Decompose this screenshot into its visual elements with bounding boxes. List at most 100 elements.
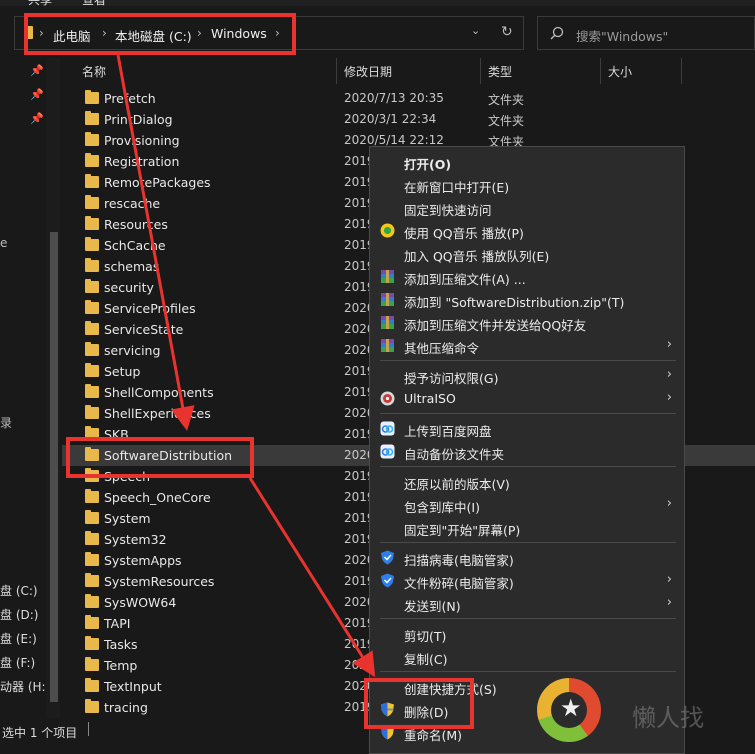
menu-item-restore-versions[interactable]: 还原以前的版本(V) xyxy=(370,470,684,493)
list-item[interactable]: Prefetch 2020/7/13 20:35 文件夹 xyxy=(62,88,755,109)
nav-drive-c[interactable]: 盘 (C:) xyxy=(0,582,38,599)
folder-icon xyxy=(85,195,99,209)
folder-icon xyxy=(85,342,99,356)
winrar-icon xyxy=(381,316,394,329)
column-date[interactable]: 修改日期 xyxy=(344,63,392,80)
folder-icon xyxy=(85,657,99,671)
menu-item-baidu-backup[interactable]: 自动备份该文件夹 xyxy=(370,440,684,463)
folder-icon xyxy=(85,279,99,293)
status-divider xyxy=(88,722,89,736)
menu-item-grant-access[interactable]: 授予访问权限(G) › xyxy=(370,364,684,387)
nav-drive-f[interactable]: 盘 (F:) xyxy=(0,654,35,671)
list-item[interactable]: PrintDialog 2020/3/1 22:34 文件夹 xyxy=(62,109,755,130)
menu-item-baidu-upload[interactable]: 上传到百度网盘 xyxy=(370,417,684,440)
pin-icon: 📌 xyxy=(30,64,44,77)
menu-item-send-to[interactable]: 发送到(N) › xyxy=(370,592,684,615)
folder-icon xyxy=(85,636,99,650)
status-selection: 选中 1 个项目 xyxy=(2,726,78,740)
highlight-box-delete xyxy=(364,678,474,729)
menu-item-include-library[interactable]: 包含到库中(I) › xyxy=(370,493,684,516)
search-icon xyxy=(550,26,564,40)
menu-separator xyxy=(380,466,676,467)
winrar-icon xyxy=(381,339,394,352)
winrar-icon xyxy=(381,293,394,306)
nav-scrollbar-thumb[interactable] xyxy=(50,232,58,702)
chevron-right-icon: › xyxy=(666,496,672,511)
menu-item-open-new-window[interactable]: 在新窗口中打开(E) xyxy=(370,173,684,196)
chevron-right-icon: › xyxy=(666,572,672,587)
nav-drive-e[interactable]: 盘 (E:) xyxy=(0,630,37,647)
refresh-icon[interactable]: ↻ xyxy=(501,24,513,40)
shield-icon xyxy=(381,550,394,565)
folder-icon xyxy=(85,594,99,608)
folder-icon xyxy=(85,573,99,587)
menu-item-open[interactable]: 打开(O) xyxy=(370,150,684,173)
chevron-right-icon: › xyxy=(666,595,672,610)
column-divider[interactable] xyxy=(600,58,601,84)
chevron-down-icon[interactable]: ⌄ xyxy=(471,24,480,37)
menu-separator xyxy=(380,671,676,672)
menu-item-archive-send-qq[interactable]: 添加到压缩文件并发送给QQ好友 xyxy=(370,311,684,334)
folder-icon xyxy=(85,384,99,398)
folder-icon xyxy=(85,174,99,188)
shield-icon xyxy=(381,573,394,588)
folder-icon xyxy=(85,132,99,146)
folder-icon xyxy=(85,363,99,377)
baidu-icon xyxy=(380,444,395,459)
baidu-icon xyxy=(380,421,395,436)
column-divider[interactable] xyxy=(480,58,481,84)
nav-drive-h[interactable]: 动器 (H:) xyxy=(0,678,50,695)
nav-drive-d[interactable]: 盘 (D:) xyxy=(0,606,38,623)
menu-item-add-archive[interactable]: 添加到压缩文件(A) ... xyxy=(370,265,684,288)
folder-icon xyxy=(85,531,99,545)
folder-icon xyxy=(85,258,99,272)
menu-item-ultraiso[interactable]: UltraISO › xyxy=(370,387,684,410)
folder-icon xyxy=(85,216,99,230)
nav-item-partial[interactable]: e xyxy=(0,236,7,250)
folder-icon xyxy=(85,615,99,629)
folder-icon xyxy=(85,153,99,167)
column-type[interactable]: 类型 xyxy=(488,63,512,80)
menu-item-other-compress[interactable]: 其他压缩命令 › xyxy=(370,334,684,357)
highlight-box-selected-folder xyxy=(66,437,254,478)
menu-item-qqmusic-queue[interactable]: 加入 QQ音乐 播放队列(E) xyxy=(370,242,684,265)
menu-item-cut[interactable]: 剪切(T) xyxy=(370,622,684,645)
menu-item-pin-quick-access[interactable]: 固定到快速访问 xyxy=(370,196,684,219)
column-name[interactable]: 名称 xyxy=(82,63,106,80)
folder-icon xyxy=(85,552,99,566)
column-size[interactable]: 大小 xyxy=(608,63,632,80)
search-box[interactable]: 搜索"Windows" xyxy=(537,16,755,50)
folder-icon xyxy=(85,489,99,503)
menu-item-qqmusic-play[interactable]: 使用 QQ音乐 播放(P) xyxy=(370,219,684,242)
menu-separator xyxy=(380,413,676,414)
menu-separator xyxy=(380,360,676,361)
winrar-icon xyxy=(381,270,394,283)
folder-icon xyxy=(85,300,99,314)
column-header: 名称 修改日期 类型 大小 xyxy=(62,58,755,84)
column-divider[interactable] xyxy=(336,58,337,84)
folder-icon xyxy=(85,510,99,524)
folder-icon xyxy=(85,111,99,125)
ultraiso-icon xyxy=(380,391,395,406)
search-input[interactable]: 搜索"Windows" xyxy=(576,26,668,45)
column-divider[interactable] xyxy=(681,58,682,84)
watermark-text: 懒人找 xyxy=(632,704,704,732)
folder-icon xyxy=(85,90,99,104)
menu-item-scan-virus[interactable]: 扫描病毒(电脑管家) xyxy=(370,546,684,569)
pin-icon: 📌 xyxy=(30,112,44,125)
folder-icon xyxy=(85,321,99,335)
folder-icon xyxy=(85,699,99,713)
menu-separator xyxy=(380,542,676,543)
nav-item-partial[interactable]: 录 xyxy=(0,414,12,431)
qqmusic-icon xyxy=(380,223,395,238)
folder-icon xyxy=(85,237,99,251)
folder-icon xyxy=(85,678,99,692)
highlight-box-address xyxy=(24,13,296,55)
menu-item-add-zip[interactable]: 添加到 "SoftwareDistribution.zip"(T) xyxy=(370,288,684,311)
menu-item-file-shred[interactable]: 文件粉碎(电脑管家) › xyxy=(370,569,684,592)
chevron-right-icon: › xyxy=(666,390,672,405)
menu-item-copy[interactable]: 复制(C) xyxy=(370,645,684,668)
folder-icon xyxy=(85,405,99,419)
menu-item-pin-start[interactable]: 固定到"开始"屏幕(P) xyxy=(370,516,684,539)
chevron-right-icon: › xyxy=(666,337,672,352)
